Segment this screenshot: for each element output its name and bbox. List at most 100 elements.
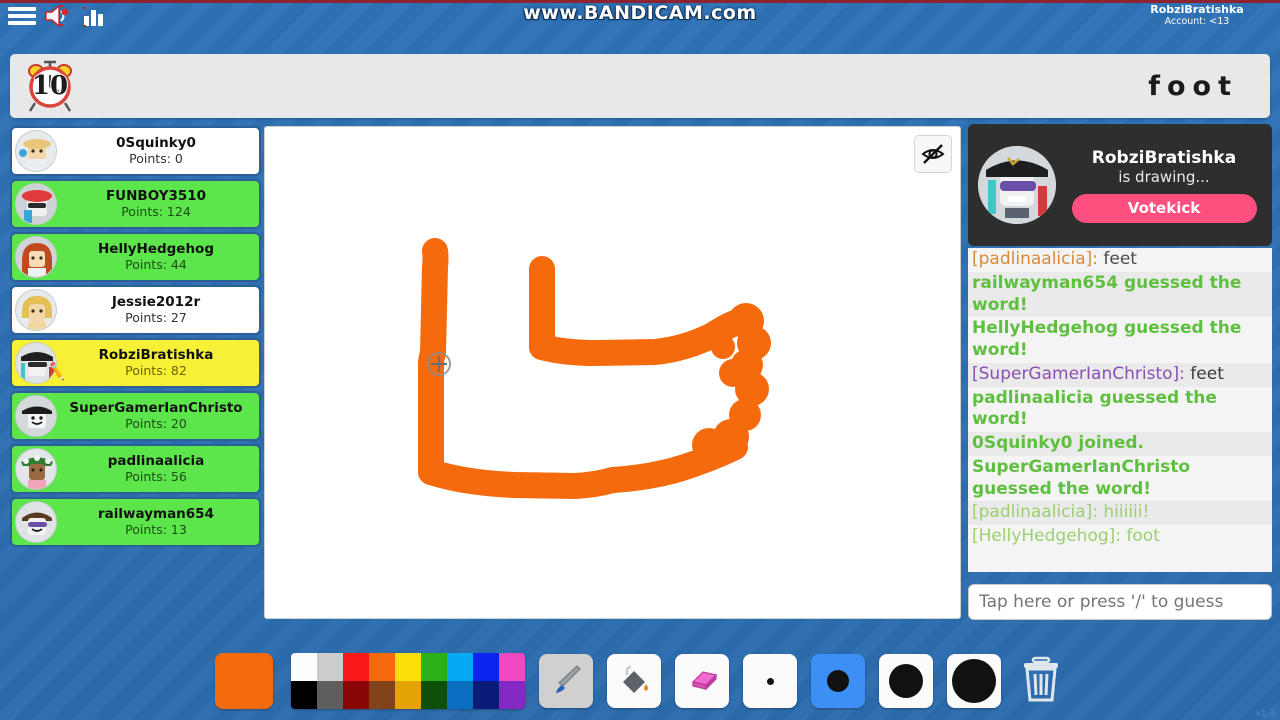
player-row[interactable]: Jessie2012r Points: 27 bbox=[10, 285, 261, 335]
color-swatch[interactable] bbox=[421, 681, 447, 709]
crosshair-cursor bbox=[427, 352, 451, 376]
votekick-button[interactable]: Votekick bbox=[1071, 193, 1257, 223]
player-row[interactable]: 0Squinky0 Points: 0 bbox=[10, 126, 261, 176]
current-color-swatch[interactable] bbox=[215, 653, 273, 709]
player-row-drawing[interactable]: RobziBratishka Points: 82 ✏️ bbox=[10, 338, 261, 388]
chat-author: [SuperGamerIanChristo]: bbox=[972, 363, 1185, 384]
brush-tool[interactable] bbox=[539, 654, 593, 708]
player-info: SuperGamerIanChristo Points: 20 bbox=[57, 401, 259, 430]
color-swatch[interactable] bbox=[499, 653, 525, 681]
player-name: RobziBratishka bbox=[98, 347, 214, 364]
color-swatch[interactable] bbox=[291, 681, 317, 709]
color-swatch[interactable] bbox=[369, 653, 395, 681]
player-info: railwayman654 Points: 13 bbox=[57, 507, 259, 536]
chat-message: [HellyHedgehog]: foot bbox=[968, 525, 1272, 549]
dot-icon bbox=[952, 659, 996, 703]
player-points: Points: 27 bbox=[125, 309, 187, 325]
drawer-card: RobziBratishka is drawing... Votekick bbox=[968, 124, 1272, 246]
brush-size-4[interactable] bbox=[947, 654, 1001, 708]
color-swatch[interactable] bbox=[421, 653, 447, 681]
account-name: RobziBratishka bbox=[1150, 3, 1244, 16]
fill-tool[interactable] bbox=[607, 654, 661, 708]
color-swatch[interactable] bbox=[343, 681, 369, 709]
color-swatch[interactable] bbox=[317, 653, 343, 681]
color-swatch[interactable] bbox=[473, 681, 499, 709]
version-label: v1.3. bbox=[1255, 709, 1279, 719]
color-swatch[interactable] bbox=[291, 653, 317, 681]
color-swatch[interactable] bbox=[447, 681, 473, 709]
chat-text: feet bbox=[1097, 249, 1137, 269]
brush-size-1[interactable] bbox=[743, 654, 797, 708]
color-swatch[interactable] bbox=[499, 681, 525, 709]
brush-size-2[interactable] bbox=[811, 654, 865, 708]
player-points: Points: 124 bbox=[121, 203, 191, 219]
player-name: 0Squinky0 bbox=[116, 135, 196, 152]
color-palette[interactable] bbox=[291, 653, 525, 709]
player-list: 0Squinky0 Points: 0 FUNBOY3510 Points: 1… bbox=[10, 126, 261, 550]
drawing-toolbar bbox=[0, 648, 1280, 714]
avatar bbox=[15, 501, 57, 543]
chat-message: SuperGamerIanChristo guessed the word! bbox=[968, 456, 1272, 502]
eraser-icon bbox=[685, 662, 719, 700]
player-name: padlinaalicia bbox=[107, 453, 205, 470]
timer-value: 10 bbox=[31, 71, 69, 101]
right-panel: RobziBratishka is drawing... Votekick [p… bbox=[968, 124, 1272, 620]
brush-size-3[interactable] bbox=[879, 654, 933, 708]
drawer-name: RobziBratishka bbox=[1091, 147, 1237, 168]
player-points: Points: 20 bbox=[125, 415, 187, 431]
chat-log[interactable]: [padlinaalicia]: feet railwayman654 gues… bbox=[968, 248, 1272, 572]
color-swatch[interactable] bbox=[395, 681, 421, 709]
player-info: RobziBratishka Points: 82 bbox=[57, 348, 259, 377]
chat-text: feet bbox=[1184, 363, 1224, 384]
player-points: Points: 44 bbox=[125, 256, 187, 272]
player-info: Jessie2012r Points: 27 bbox=[57, 295, 259, 324]
drawing-canvas[interactable] bbox=[264, 126, 961, 619]
color-swatch[interactable] bbox=[369, 681, 395, 709]
clear-canvas-button[interactable] bbox=[1017, 654, 1065, 708]
dot-icon bbox=[766, 677, 774, 685]
player-row[interactable]: FUNBOY3510 Points: 124 bbox=[10, 179, 261, 229]
chat-input[interactable] bbox=[979, 592, 1261, 612]
bandicam-watermark: www.BANDICAM.com bbox=[523, 2, 757, 24]
player-row[interactable]: padlinaalicia Points: 56 bbox=[10, 444, 261, 494]
player-name: SuperGamerIanChristo bbox=[69, 400, 243, 417]
avatar bbox=[15, 395, 57, 437]
chat-message: HellyHedgehog guessed the word! bbox=[968, 317, 1272, 363]
chat-text: HellyHedgehog guessed the word! bbox=[972, 318, 1242, 360]
chat-text: SuperGamerIanChristo guessed the word! bbox=[972, 456, 1191, 499]
chat-text: padlinaalicia guessed the word! bbox=[972, 387, 1217, 430]
trash-icon bbox=[1019, 655, 1063, 707]
chat-input-wrap[interactable] bbox=[968, 584, 1272, 620]
player-points: Points: 13 bbox=[125, 521, 187, 537]
chat-message: railwayman654 guessed the word! bbox=[968, 271, 1272, 318]
avatar bbox=[15, 289, 57, 331]
color-swatch[interactable] bbox=[317, 681, 343, 709]
color-swatch[interactable] bbox=[447, 653, 473, 681]
chat-text: 0Squinky0 joined. bbox=[972, 433, 1145, 453]
account-age-label: Account: <13 bbox=[1164, 15, 1230, 27]
player-row[interactable]: HellyHedgehog Points: 44 bbox=[10, 232, 261, 282]
avatar bbox=[15, 130, 57, 172]
color-swatch[interactable] bbox=[343, 653, 369, 681]
pencil-icon: ✏️ bbox=[46, 360, 69, 382]
dot-icon bbox=[827, 670, 849, 692]
avatar bbox=[15, 448, 57, 490]
eraser-tool[interactable] bbox=[675, 654, 729, 708]
player-info: 0Squinky0 Points: 0 bbox=[57, 136, 259, 165]
avatar bbox=[978, 146, 1056, 224]
player-info: HellyHedgehog Points: 44 bbox=[57, 242, 259, 271]
current-word: foot bbox=[1148, 70, 1238, 102]
chat-text: hiiiiii! bbox=[1097, 502, 1150, 523]
player-row[interactable]: SuperGamerIanChristo Points: 20 bbox=[10, 391, 261, 441]
color-swatch[interactable] bbox=[473, 653, 499, 681]
player-points: Points: 0 bbox=[129, 150, 183, 166]
avatar bbox=[15, 236, 57, 278]
player-name: HellyHedgehog bbox=[98, 241, 214, 258]
color-swatch[interactable] bbox=[395, 653, 421, 681]
player-row[interactable]: railwayman654 Points: 13 bbox=[10, 497, 261, 547]
paint-bucket-icon bbox=[617, 662, 651, 700]
eye-slash-icon[interactable] bbox=[914, 135, 952, 173]
chat-author: [HellyHedgehog]: bbox=[972, 526, 1121, 546]
chat-message: 0Squinky0 joined. bbox=[968, 432, 1272, 456]
top-bar: www.BANDICAM.com RobziBratishka Account:… bbox=[0, 0, 1280, 34]
